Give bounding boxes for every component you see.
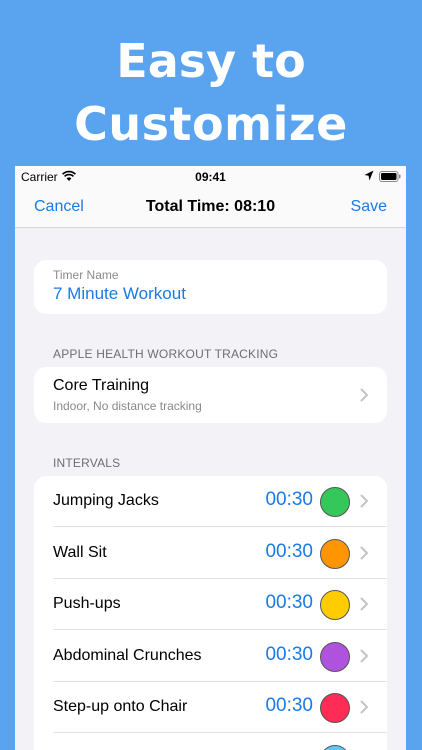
interval-name: Step-up onto Chair [53,698,188,715]
interval-row[interactable]: Abdominal Crunches 00:30 [34,631,387,682]
save-button[interactable]: Save [351,198,387,216]
chevron-right-icon [360,700,368,714]
health-workout-title: Core Training [53,377,150,394]
timer-name-label: Timer Name [53,268,119,282]
headline-line-1: Easy to [116,34,306,88]
chevron-right-icon [360,494,368,508]
interval-row[interactable]: Wall Sit 00:30 [34,528,387,579]
interval-row[interactable]: Jumping Jacks 00:30 [34,476,387,527]
navigation-bar: Cancel Total Time: 08:10 Save [15,188,406,228]
headline-line-2: Customize [74,97,348,151]
timer-name-field[interactable]: Timer Name 7 Minute Workout [34,260,387,314]
interval-row[interactable]: Step-up onto Chair 00:30 [34,682,387,733]
interval-color-swatch[interactable] [320,641,350,672]
chevron-right-icon [360,546,368,559]
status-time: 09:41 [195,170,226,184]
phone-screen: Carrier 09:41 Cancel Total Time: 08:10 S… [15,166,406,750]
interval-color-swatch[interactable] [320,590,350,620]
interval-name: Jumping Jacks [53,492,159,509]
interval-duration[interactable]: 00:30 [265,592,313,614]
interval-duration[interactable]: 00:30 [265,695,313,717]
interval-duration[interactable]: 00:30 [265,541,313,563]
interval-color-swatch[interactable] [320,487,350,517]
battery-icon [379,171,401,182]
interval-row[interactable]: Push-ups 00:30 [34,579,387,630]
status-bar: Carrier 09:41 [15,166,406,188]
chevron-right-icon [360,388,368,402]
location-arrow-icon [364,170,374,181]
interval-color-swatch[interactable] [320,693,350,723]
interval-name: Push-ups [53,595,121,612]
intervals-section-header: INTERVALS [53,456,121,470]
cancel-button[interactable]: Cancel [34,198,84,216]
interval-color-swatch[interactable] [320,538,350,569]
health-workout-subtitle: Indoor, No distance tracking [53,399,202,413]
chevron-right-icon [360,597,368,611]
interval-name: Wall Sit [53,543,107,561]
interval-duration[interactable]: 00:30 [265,644,313,666]
interval-duration[interactable]: 00:30 [265,489,313,511]
interval-name: Abdominal Crunches [53,646,202,664]
health-section-header: APPLE HEALTH WORKOUT TRACKING [53,347,279,361]
timer-name-value[interactable]: 7 Minute Workout [53,284,186,304]
health-workout-row[interactable]: Core Training Indoor, No distance tracki… [34,367,387,423]
chevron-right-icon [360,649,368,662]
interval-color-swatch[interactable] [320,744,350,750]
headline: Easy to Customize [0,30,422,156]
intervals-list: Jumping Jacks 00:30 Wall Sit 00:30 Push-ups 0… [34,476,387,750]
interval-row[interactable] [34,734,387,750]
